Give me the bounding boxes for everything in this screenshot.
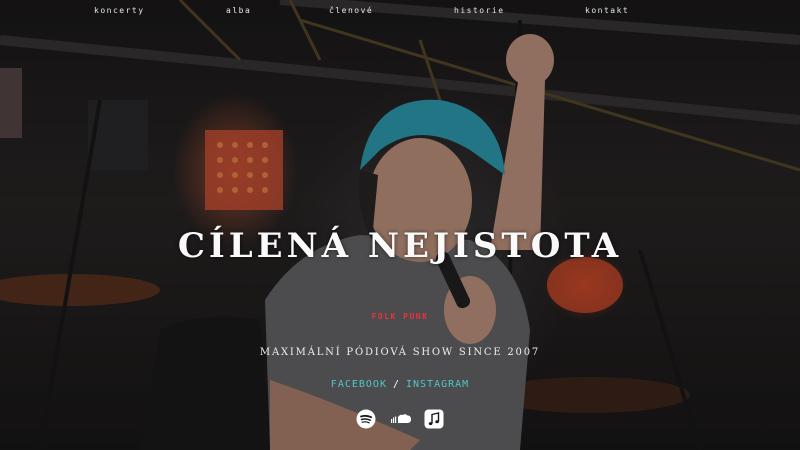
nav-item-alba[interactable]: alba	[226, 6, 251, 15]
spotify-icon[interactable]	[356, 409, 376, 429]
apple-music-icon[interactable]	[424, 409, 444, 429]
instagram-link[interactable]: INSTAGRAM	[406, 379, 469, 390]
social-links: FACEBOOK / INSTAGRAM	[0, 379, 800, 390]
main-nav: koncerty alba členové historie kontakt	[0, 6, 800, 20]
nav-item-koncerty[interactable]: koncerty	[94, 6, 145, 15]
nav-item-historie[interactable]: historie	[454, 6, 505, 15]
genre-label: FOLK PUNK	[371, 312, 429, 321]
hero-section: koncerty alba členové historie kontakt C…	[0, 0, 800, 450]
soundcloud-icon[interactable]	[390, 409, 411, 429]
facebook-link[interactable]: FACEBOOK	[331, 379, 387, 390]
nav-item-clenove[interactable]: členové	[329, 6, 373, 15]
social-separator: /	[392, 379, 400, 390]
nav-item-kontakt[interactable]: kontakt	[585, 6, 629, 15]
streaming-icons	[0, 409, 800, 429]
band-title: CÍLENÁ NEJISTOTA	[177, 226, 623, 266]
tagline: MAXIMÁLNÍ PÓDIOVÁ SHOW SINCE 2007	[259, 347, 541, 358]
